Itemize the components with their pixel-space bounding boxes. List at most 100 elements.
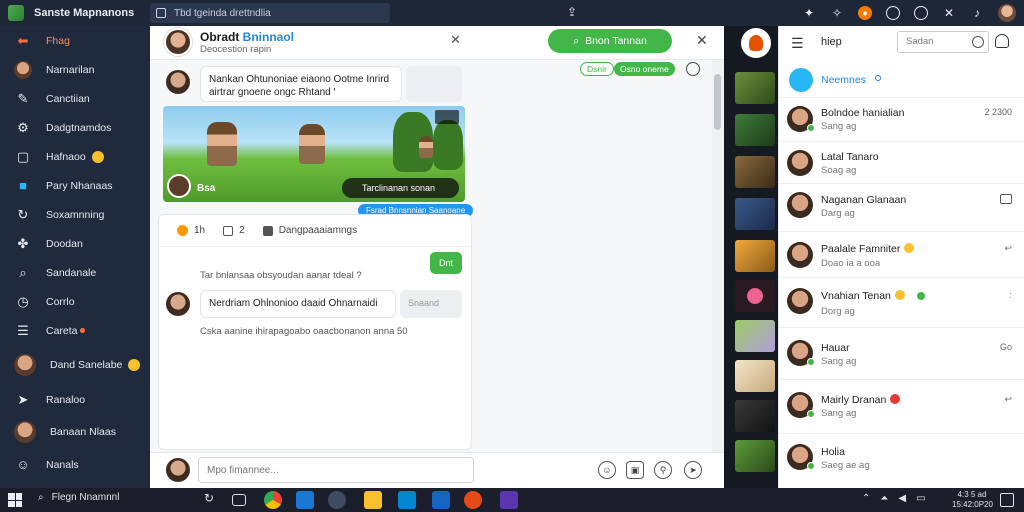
star-icon[interactable]: ✧ [830,6,844,20]
network-icon[interactable]: ⏶ [880,493,888,504]
system-clock[interactable]: 4:3 5 ad 15:42:0P20 [952,490,993,510]
chat-bubble-icon[interactable] [686,62,700,76]
message-input[interactable] [198,457,474,483]
contact-item[interactable]: Naganan Glanaan Darg ag [779,184,1024,232]
browser-app-icon[interactable] [464,491,482,509]
sidebar-item-members[interactable]: Banaan Nlaas [0,414,150,450]
settings-ring-icon[interactable] [914,6,928,20]
attach-icon[interactable]: ⚲ [654,461,672,479]
media-thumbnail[interactable] [735,320,775,352]
notification-icon[interactable] [995,34,1009,48]
menu-icon[interactable]: ☰ [791,35,804,52]
close-chat-icon[interactable]: ✕ [696,32,708,49]
sidebar-item-profile[interactable]: Narnarilan [0,55,150,84]
sidebar-item-emoji[interactable]: ☺ Nanals [0,450,150,479]
game-caption-pill[interactable]: Tarclinanan sonan [341,178,459,198]
active-app-icon[interactable] [328,491,346,509]
sidebar-item-contact[interactable]: Dand Sanelabe [0,345,150,385]
thread-reaction[interactable]: Dangpaaaiamngs [262,225,357,236]
close-icon[interactable]: ✕ [450,32,461,48]
volume-icon[interactable]: ◀ [898,493,906,504]
sidebar-item-lists[interactable]: ☰ Careta [0,316,150,345]
contact-item[interactable]: Holia Saeg ae ag [779,434,1024,488]
more-options-icon[interactable]: : [1009,290,1012,300]
contacts-header: ☰ hiep Sadan [779,26,1024,58]
like-count: 1h [194,225,206,236]
avatar [166,70,190,94]
sidebar-item-sync[interactable]: ↻ Soxamnning [0,200,150,229]
image-icon[interactable]: ▣ [626,461,644,479]
avatar[interactable] [164,28,192,56]
contact-item[interactable]: Latal Tanaro Soag ag [779,142,1024,184]
taskbar-search-text: Flegn Nnamnnl [51,492,120,503]
chat-title: Obradt Bninnaol [200,30,294,44]
sidebar-item-search[interactable]: ⌕ Sandanale [0,258,150,287]
media-thumbnail[interactable] [735,400,775,432]
sidebar-item-history[interactable]: ◷ Corrlo [0,287,150,316]
user-avatar[interactable] [998,4,1016,22]
taskbar-search[interactable]: ⌕ Flegn Nnamnnl [38,492,119,503]
scrollbar-thumb[interactable] [714,74,721,130]
sidebar-item-settings[interactable]: ⚙ Dadgtnamdos [0,113,150,142]
media-thumbnail[interactable] [735,360,775,392]
terminal-app-icon[interactable] [500,491,518,509]
refresh-app-icon[interactable]: ↻ [200,491,218,509]
extension-icon[interactable]: ● [858,6,872,20]
start-call-button[interactable]: ⌕ Bnon Tannan [548,29,672,53]
comment-reaction[interactable]: 2 [223,225,245,236]
reply-badge[interactable]: Dnt [430,252,462,274]
game-preview-image[interactable]: Bsa Tarclinanan sonan [163,106,465,202]
media-thumbnail[interactable] [735,198,775,230]
chat-messages: Dsnir Osno oneme Nankan Ohtunoniae eiaon… [150,60,724,452]
app-logo-icon [8,5,24,21]
search-icon: ⌕ [573,34,580,47]
comment-icon [223,225,234,236]
media-thumbnail[interactable] [735,240,775,272]
media-thumbnail[interactable] [735,440,775,472]
send-icon[interactable]: ➤ [684,461,702,479]
task-view-icon[interactable] [232,494,246,506]
files-app-icon[interactable] [364,491,382,509]
media-thumbnail[interactable] [735,156,775,188]
contact-item[interactable]: Paalale Famniter Doao ia a ooa ↩ [779,232,1024,278]
contact-item[interactable]: Mairly Dranan Sang ag ↩ [779,380,1024,434]
contact-item[interactable]: Bolndoe hanialian Sang ag 2 2300 [779,98,1024,142]
sidebar-item-tags[interactable]: ✤ Doodan [0,229,150,258]
profile-ring-icon[interactable] [886,6,900,20]
sidebar-item-send[interactable]: ➤ Ranaloo [0,385,150,414]
sidebar-item-chat[interactable]: ▢ Hafnaoo [0,142,150,171]
sidebar-item-folders[interactable]: ■ Pary Nhanaas [0,171,150,200]
contacts-title: hiep [821,36,842,48]
share-icon[interactable]: ⇪ [565,5,579,19]
mail-app-icon[interactable] [398,491,416,509]
sidebar-item-label: Sandanale [46,266,97,279]
chat-scrollbar[interactable] [712,60,724,452]
address-bar[interactable]: Tbd tgeinda drettndlia [150,3,390,23]
photos-app-icon[interactable] [296,491,314,509]
store-app-icon[interactable] [432,491,450,509]
start-button[interactable] [8,493,22,507]
contact-item[interactable]: Hauar Sang ag Go [779,328,1024,380]
chrome-app-icon[interactable] [264,491,282,509]
message-icon[interactable] [1000,194,1012,204]
battery-icon[interactable]: ▭ [916,493,925,504]
sidebar-item-create[interactable]: ✎ Canctiian [0,84,150,113]
reply-icon[interactable]: ↩ [1004,394,1012,405]
media-thumbnail[interactable] [735,280,775,312]
composer: ☺ ▣ ⚲ ➤ [150,452,724,488]
like-reaction[interactable]: 1h [177,225,205,236]
selected-contact-group[interactable]: Neemnes [779,66,1024,98]
contacts-search-input[interactable]: Sadan [897,31,989,53]
chevron-up-icon[interactable]: ⌃ [862,493,870,504]
media-thumbnail[interactable] [735,114,775,146]
close-icon[interactable]: ✕ [942,6,956,20]
app-logo-icon[interactable] [741,28,771,58]
notification-center-icon[interactable] [1000,493,1014,507]
reply-icon[interactable]: ↩ [1004,243,1012,254]
emoji-icon[interactable]: ☺ [598,461,616,479]
media-thumbnail[interactable] [735,72,775,104]
bell-icon[interactable]: ♪ [970,6,984,20]
sidebar-item-back[interactable]: ⬅ Fhag [0,26,150,55]
pin-icon[interactable]: ✦ [802,6,816,20]
contact-item[interactable]: Vnahian Tenan Dorg ag : [779,278,1024,328]
